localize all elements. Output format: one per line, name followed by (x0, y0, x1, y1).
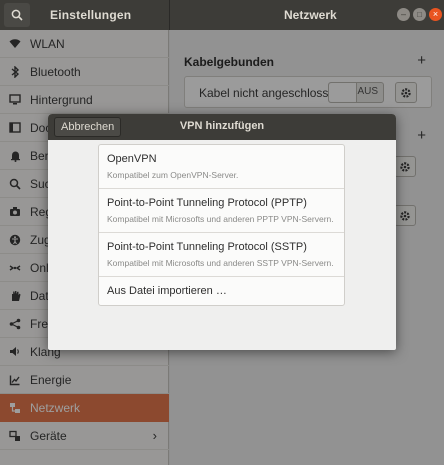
vpn-option-openvpn[interactable]: OpenVPN Kompatibel zum OpenVPN-Server. (99, 145, 344, 189)
dialog-title: VPN hinzufügen (179, 120, 265, 132)
minimize-button[interactable]: – (397, 8, 410, 21)
add-vpn-dialog: Abbrechen VPN hinzufügen OpenVPN Kompati… (48, 114, 396, 350)
settings-title: Einstellungen (50, 8, 132, 22)
vpn-option-import-file[interactable]: Aus Datei importieren … (99, 277, 344, 305)
option-title: Point-to-Point Tunneling Protocol (PPTP) (107, 197, 307, 209)
option-title: Aus Datei importieren … (107, 285, 227, 297)
maximize-icon: □ (417, 9, 422, 19)
vpn-option-sstp[interactable]: Point-to-Point Tunneling Protocol (SSTP)… (99, 233, 344, 277)
search-button[interactable] (4, 3, 30, 27)
close-icon: × (432, 9, 439, 19)
page-title: Netzwerk (284, 8, 337, 22)
minimize-icon: – (400, 9, 406, 19)
option-title: Point-to-Point Tunneling Protocol (SSTP) (107, 241, 307, 253)
option-description: Kompatibel mit Microsofts und anderen PP… (107, 214, 334, 224)
vpn-option-pptp[interactable]: Point-to-Point Tunneling Protocol (PPTP)… (99, 189, 344, 233)
dialog-header: Abbrechen VPN hinzufügen (48, 114, 396, 140)
option-title: OpenVPN (107, 153, 157, 165)
maximize-button[interactable]: □ (413, 8, 426, 21)
option-description: Kompatibel mit Microsofts und anderen SS… (107, 258, 334, 268)
close-button[interactable]: × (429, 8, 442, 21)
title-bar: Einstellungen Netzwerk – □ × (0, 0, 444, 30)
vpn-type-list: OpenVPN Kompatibel zum OpenVPN-Server. P… (98, 144, 345, 306)
titlebar-divider (169, 0, 170, 30)
option-description: Kompatibel zum OpenVPN-Server. (107, 170, 239, 180)
search-icon (11, 9, 23, 21)
